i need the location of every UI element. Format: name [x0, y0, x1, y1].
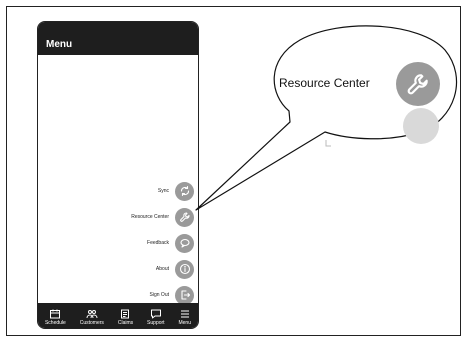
clipboard-icon: [121, 309, 130, 319]
sign-out-icon: [175, 285, 194, 305]
tab-label: Schedule: [44, 320, 66, 326]
wrench-icon: [396, 62, 440, 106]
people-icon: [86, 310, 98, 319]
sync-icon: [175, 181, 194, 201]
phone-screen: Menu Sync Resource Center Feedback About: [37, 21, 199, 329]
calendar-icon: [50, 309, 61, 319]
menu-item-sign-out[interactable]: Sign Out: [150, 285, 194, 305]
bottom-tab-bar: Schedule Customers Claims Support Menu: [38, 303, 198, 328]
chat-icon: [150, 309, 161, 319]
tab-label: Customers: [79, 320, 104, 326]
page-title: Menu: [46, 39, 73, 50]
wrench-icon: [175, 207, 194, 227]
menu-item-label: Resource Center: [131, 214, 169, 220]
tab-customers[interactable]: Customers: [80, 309, 104, 326]
tab-label: Claims: [117, 320, 134, 326]
tab-claims[interactable]: Claims: [118, 309, 133, 326]
speech-bubble-icon: [175, 233, 194, 253]
menu-item-sync[interactable]: Sync: [158, 181, 194, 201]
menu-item-label: Feedback: [147, 240, 169, 246]
menu-header: Menu: [38, 22, 198, 55]
tab-label: Support: [147, 320, 165, 326]
menu-item-label: Sign Out: [149, 292, 169, 298]
tab-schedule[interactable]: Schedule: [45, 309, 66, 326]
menu-item-resource-center[interactable]: Resource Center: [131, 207, 194, 227]
tab-menu[interactable]: Menu: [178, 309, 191, 326]
tab-support[interactable]: Support: [147, 309, 165, 326]
info-icon: [175, 259, 194, 279]
menu-item-about[interactable]: About: [156, 259, 194, 279]
hamburger-icon: [180, 310, 189, 318]
tab-label: Menu: [178, 320, 191, 326]
callout-label: Resource Center: [279, 76, 370, 90]
menu-item-label: About: [155, 266, 169, 272]
menu-item-feedback[interactable]: Feedback: [147, 233, 194, 253]
menu-item-label: Sync: [157, 188, 169, 194]
